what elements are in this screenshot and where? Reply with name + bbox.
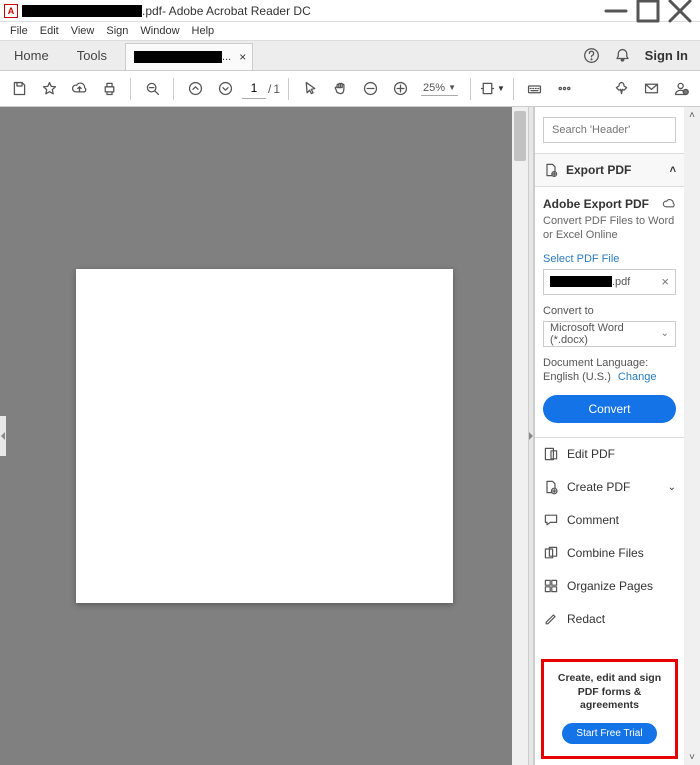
convert-button[interactable]: Convert [543,395,676,423]
stamp-icon[interactable] [608,76,634,102]
tab-tools[interactable]: Tools [63,40,121,70]
menu-view[interactable]: View [65,25,101,37]
zoom-in-icon[interactable] [387,76,413,102]
scroll-down-icon[interactable]: ˅ [684,749,700,765]
toolbar: / 1 25%▼ ▼ [0,71,700,107]
title-filename-suffix: .pdf [142,4,162,18]
page-indicator: / 1 [242,79,280,99]
tab-doc-name-redacted [134,51,222,63]
keyboard-icon[interactable] [522,76,548,102]
file-name-redacted [550,276,612,287]
tool-list: Edit PDF Create PDF⌄ Comment Combine Fil… [535,438,684,655]
document-scrollbar[interactable] [512,107,528,765]
menu-window[interactable]: Window [134,25,185,37]
start-trial-button[interactable]: Start Free Trial [562,723,656,744]
workspace: Export PDF ˄ Adobe Export PDF Convert PD… [0,107,700,765]
help-icon[interactable] [583,47,600,64]
select-pdf-link[interactable]: Select PDF File [543,253,676,265]
zoom-out-icon[interactable] [357,76,383,102]
print-icon[interactable] [96,76,122,102]
change-language-link[interactable]: Change [618,371,657,383]
hand-tool-icon[interactable] [327,76,353,102]
tab-bar: Home Tools ... × Sign In [0,41,700,71]
convert-format-dropdown[interactable]: Microsoft Word (*.docx) ⌄ [543,321,676,347]
menu-sign[interactable]: Sign [100,25,134,37]
star-icon[interactable] [36,76,62,102]
zoom-dropdown[interactable]: 25%▼ [421,82,458,96]
maximize-button[interactable] [632,0,664,22]
tool-organize-pages[interactable]: Organize Pages [535,570,684,603]
document-viewport[interactable] [0,107,528,765]
menu-file[interactable]: File [4,25,34,37]
page-up-icon[interactable] [182,76,208,102]
chevron-up-icon: ˄ [670,164,676,176]
title-bar: A .pdf - Adobe Acrobat Reader DC [0,0,700,22]
tool-combine-files[interactable]: Combine Files [535,537,684,570]
page-current-input[interactable] [242,79,266,99]
export-title: Adobe Export PDF [543,197,649,211]
save-icon[interactable] [6,76,32,102]
tool-redact[interactable]: Redact [535,603,684,636]
page-total: 1 [273,82,280,96]
tab-home[interactable]: Home [0,40,63,70]
title-app-name: - Adobe Acrobat Reader DC [162,4,311,18]
tool-create-pdf[interactable]: Create PDF⌄ [535,471,684,504]
export-pdf-body: Adobe Export PDF Convert PDF Files to Wo… [535,187,684,438]
mail-icon[interactable] [638,76,664,102]
title-filename-redacted [22,5,142,17]
chevron-down-icon: ⌄ [668,482,676,493]
menu-help[interactable]: Help [186,25,221,37]
minimize-button[interactable] [600,0,632,22]
fit-width-icon[interactable]: ▼ [479,76,505,102]
bell-icon[interactable] [614,47,631,64]
sign-in-link[interactable]: Sign In [645,48,688,63]
doc-language-value: English (U.S.) [543,371,611,383]
share-user-icon[interactable] [668,76,694,102]
promo-text: Create, edit and sign PDF forms & agreem… [550,672,669,713]
more-icon[interactable] [552,76,578,102]
cloud-upload-icon[interactable] [66,76,92,102]
tab-close-icon[interactable]: × [239,50,246,64]
menu-bar: File Edit View Sign Window Help [0,22,700,41]
left-panel-toggle[interactable] [0,416,6,456]
tool-comment[interactable]: Comment [535,504,684,537]
convert-to-label: Convert to [543,305,676,317]
pdf-page [76,269,453,603]
tab-document[interactable]: ... × [125,43,253,70]
tools-panel: Export PDF ˄ Adobe Export PDF Convert PD… [534,107,684,765]
tool-edit-pdf[interactable]: Edit PDF [535,438,684,471]
export-sub: Convert PDF Files to Word or Excel Onlin… [543,214,676,243]
select-tool-icon[interactable] [297,76,323,102]
trial-promo: Create, edit and sign PDF forms & agreem… [541,659,678,759]
close-window-button[interactable] [664,0,696,22]
zoom-out-tool-icon[interactable] [139,76,165,102]
app-icon: A [4,4,18,18]
selected-file-field[interactable]: .pdf × [543,269,676,295]
page-down-icon[interactable] [212,76,238,102]
scroll-up-icon[interactable]: ˄ [684,107,700,123]
tools-search-input[interactable] [543,117,676,143]
export-pdf-header[interactable]: Export PDF ˄ [535,153,684,187]
doc-language-label: Document Language: [543,357,676,369]
chevron-down-icon: ⌄ [661,328,669,339]
clear-file-icon[interactable]: × [661,274,669,289]
tab-doc-suffix: ... [222,51,231,63]
panel-scrollbar[interactable]: ˄ ˅ [684,107,700,765]
menu-edit[interactable]: Edit [34,25,65,37]
